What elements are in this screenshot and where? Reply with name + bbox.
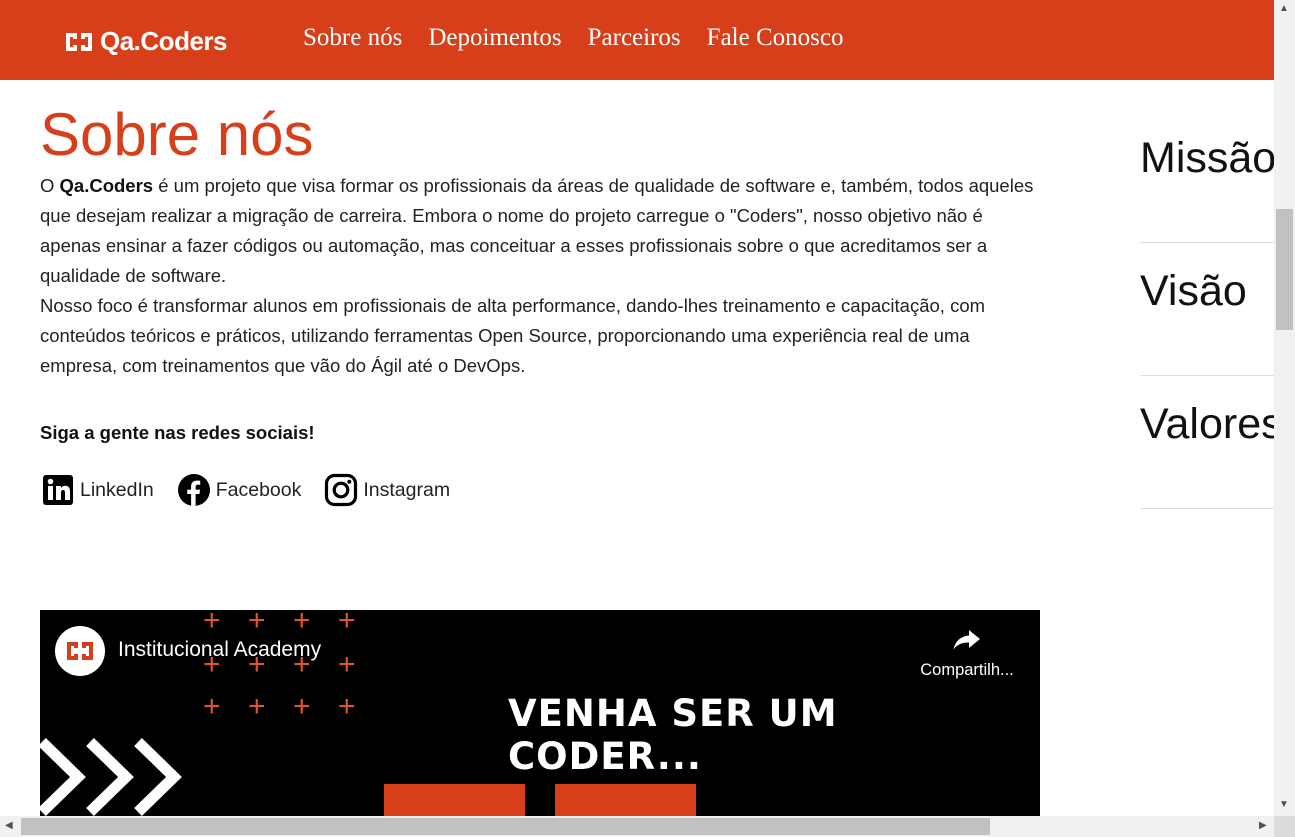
qa-coders-logo-icon: [66, 32, 92, 51]
share-button[interactable]: Compartilh...: [912, 628, 1022, 680]
plus-decoration: +: [203, 610, 221, 637]
video-title[interactable]: Institucional Academy: [118, 638, 321, 662]
side-tab-valores[interactable]: Valores: [1140, 376, 1274, 509]
social-follow-label: Siga a gente nas redes sociais!: [40, 422, 315, 443]
about-p2: Nosso foco é transformar alunos em profi…: [40, 295, 986, 376]
qa-coders-logo-icon: [67, 642, 93, 660]
main-nav: Sobre nós Depoimentos Parceiros Fale Con…: [303, 24, 843, 52]
side-tab-label: Missão: [1140, 134, 1274, 182]
side-tab-label: Valores: [1140, 400, 1274, 448]
logo-text: Qa.Coders: [100, 26, 228, 56]
facebook-label: Facebook: [215, 478, 302, 501]
nav-link-sobre-nos[interactable]: Sobre nós: [303, 24, 402, 52]
top-navbar: Qa.Coders Sobre nós Depoimentos Parceiro…: [0, 0, 1274, 80]
plus-decoration: +: [293, 690, 311, 723]
plus-decoration: +: [338, 690, 356, 723]
about-brand-name: Qa.Coders: [59, 175, 154, 196]
orange-block-decoration: [384, 784, 525, 816]
nav-link-depoimentos[interactable]: Depoimentos: [428, 24, 561, 52]
instagram-label: Instagram: [363, 478, 451, 501]
scroll-up-arrow-icon[interactable]: ▲: [1279, 4, 1289, 14]
instagram-link[interactable]: Instagram: [323, 472, 450, 508]
site-logo[interactable]: Qa.Coders: [64, 26, 228, 57]
plus-decoration: +: [338, 610, 356, 637]
about-p1-rest: é um projeto que visa formar os profissi…: [40, 175, 1034, 286]
plus-decoration: +: [248, 690, 266, 723]
page-title: Sobre nós: [40, 101, 314, 168]
scroll-right-arrow-icon[interactable]: ▶: [1259, 821, 1267, 831]
linkedin-icon: [43, 475, 73, 505]
vertical-scrollbar-thumb[interactable]: [1276, 209, 1293, 330]
about-text: O Qa.Coders é um projeto que visa formar…: [40, 171, 1040, 381]
scroll-down-arrow-icon[interactable]: ▼: [1279, 800, 1289, 810]
linkedin-link[interactable]: LinkedIn: [40, 472, 154, 508]
facebook-icon: [177, 474, 210, 506]
social-links: LinkedIn Facebook Instagram: [40, 472, 472, 508]
share-arrow-icon: [953, 630, 980, 650]
vertical-scrollbar[interactable]: [1274, 0, 1295, 816]
channel-avatar[interactable]: [55, 626, 105, 676]
horizontal-scrollbar-thumb[interactable]: [21, 818, 990, 835]
side-tab-label: Visão: [1140, 267, 1247, 315]
side-tab-missao[interactable]: Missão: [1140, 110, 1274, 243]
plus-decoration: +: [203, 690, 221, 723]
facebook-link[interactable]: Facebook: [176, 472, 302, 508]
about-p1-prefix: O: [40, 175, 60, 196]
chevrons-decoration-icon: [40, 738, 182, 816]
embedded-video[interactable]: + + + + + + + + + + + + Institucional Ac…: [40, 610, 1040, 816]
plus-decoration: +: [293, 610, 311, 637]
scrollbar-corner: [1274, 816, 1295, 837]
side-tabs: Missão Visão Valores: [1140, 110, 1274, 509]
share-label: Compartilh...: [920, 661, 1014, 679]
linkedin-label: LinkedIn: [80, 478, 154, 501]
orange-block-decoration: [555, 784, 696, 816]
nav-link-fale-conosco[interactable]: Fale Conosco: [707, 24, 844, 52]
video-headline: VENHA SER UM CODER...: [508, 692, 838, 778]
plus-decoration: +: [338, 648, 356, 681]
nav-link-parceiros[interactable]: Parceiros: [588, 24, 681, 52]
plus-decoration: +: [248, 610, 266, 637]
side-tab-visao[interactable]: Visão: [1140, 243, 1274, 376]
instagram-icon: [325, 473, 358, 507]
scroll-left-arrow-icon[interactable]: ◀: [5, 821, 13, 831]
